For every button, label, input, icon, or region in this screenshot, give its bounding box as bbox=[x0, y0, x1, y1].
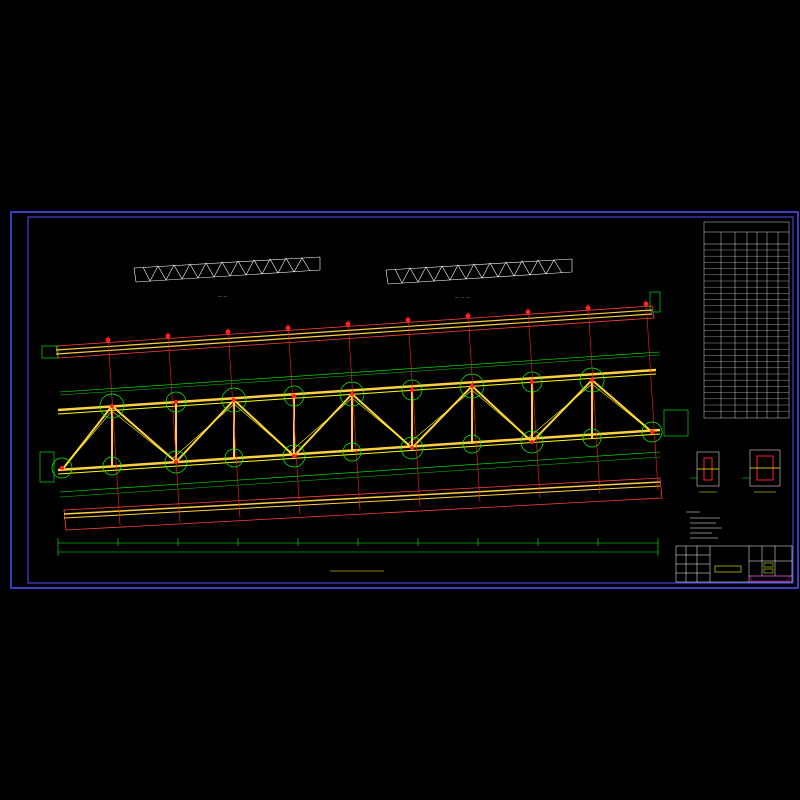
material-table bbox=[703, 221, 790, 419]
minor-truss-elevation-left bbox=[133, 256, 321, 283]
minor-truss-elevation-right bbox=[385, 258, 573, 285]
general-notes bbox=[686, 511, 722, 539]
cad-drawing: —— —— —— —— —— bbox=[10, 211, 799, 589]
outer-frame bbox=[10, 211, 799, 589]
joint-detail-2 bbox=[742, 449, 781, 487]
title-block-magenta-field bbox=[750, 575, 790, 582]
minor-truss-label-right: —— —— —— bbox=[455, 295, 470, 299]
dimension-line bbox=[57, 538, 659, 556]
minor-truss-label-left: —— —— bbox=[218, 294, 227, 298]
joint-detail-1 bbox=[690, 451, 720, 487]
main-truss-elevation bbox=[39, 291, 689, 531]
title-block-yellow-fields bbox=[763, 562, 774, 574]
material-table-rows bbox=[704, 249, 789, 412]
title-block bbox=[675, 545, 793, 583]
top-chord-band bbox=[55, 305, 655, 359]
title-block-stamp bbox=[714, 565, 742, 573]
